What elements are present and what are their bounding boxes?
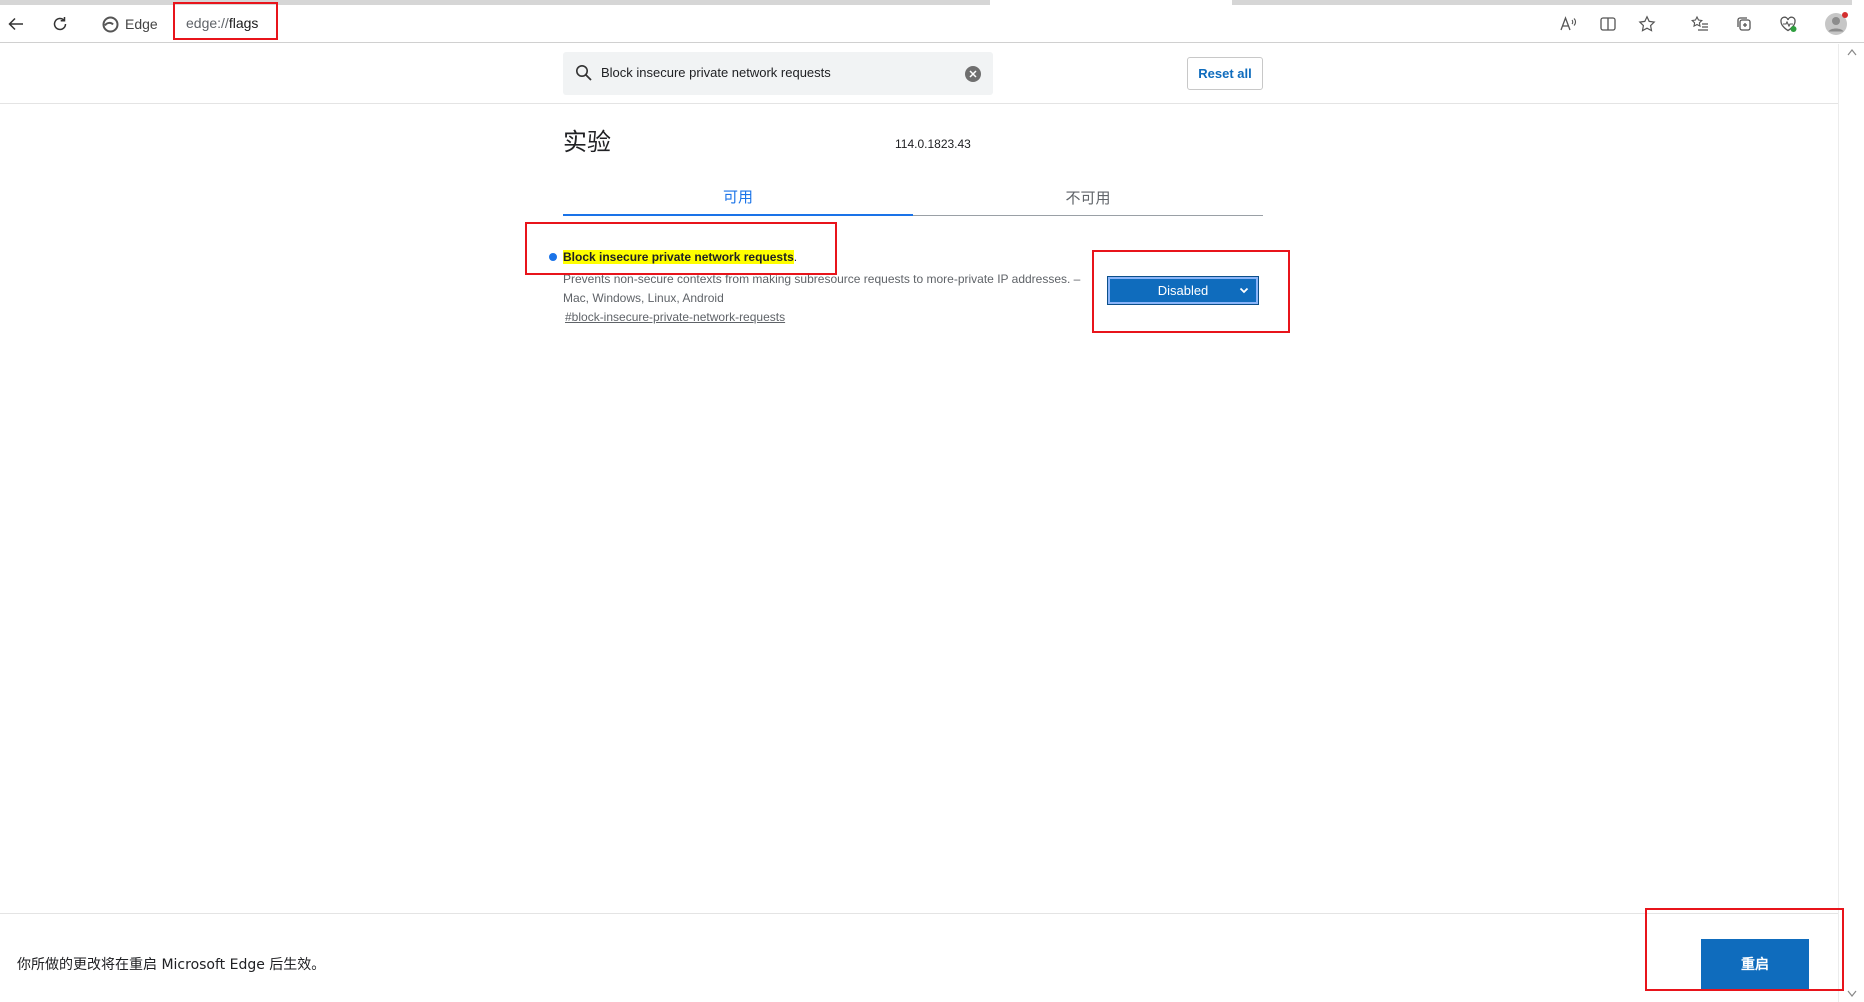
favorites-list-icon xyxy=(1691,15,1708,31)
back-arrow-icon xyxy=(8,17,23,31)
split-screen-icon xyxy=(1600,17,1616,31)
experiment-item: Block insecure private network requests.… xyxy=(549,250,1089,324)
select-value: Disabled xyxy=(1157,283,1209,298)
url-path: flags xyxy=(228,15,259,31)
browser-essentials-button[interactable] xyxy=(1776,12,1800,36)
close-icon xyxy=(969,70,977,78)
scroll-down-arrow[interactable] xyxy=(1846,988,1858,1000)
caret-down-icon xyxy=(1847,990,1857,997)
experiment-name-suffix: . xyxy=(793,250,798,264)
search-input[interactable]: Block insecure private network requests xyxy=(601,65,831,80)
browser-toolbar: Edge edge://flags xyxy=(0,5,1864,43)
favorite-button[interactable] xyxy=(1635,12,1659,36)
experiment-title: Block insecure private network requests. xyxy=(549,250,1089,264)
restart-button[interactable]: 重启 xyxy=(1701,939,1809,989)
clear-search-button[interactable] xyxy=(965,66,981,82)
site-chip-label: Edge xyxy=(125,16,158,32)
read-aloud-icon xyxy=(1560,16,1577,31)
address-bar[interactable]: Edge edge://flags xyxy=(88,9,1488,39)
edge-logo-icon xyxy=(102,16,119,32)
tab-available[interactable]: 可用 xyxy=(563,178,913,216)
star-icon xyxy=(1638,15,1656,32)
experiment-name: Block insecure private network requests xyxy=(563,250,794,264)
avatar-icon xyxy=(1825,12,1848,35)
heart-pulse-icon xyxy=(1780,16,1797,32)
caret-up-icon xyxy=(1847,49,1857,56)
tab-unavailable[interactable]: 不可用 xyxy=(913,178,1263,216)
modified-dot-icon xyxy=(549,253,557,261)
profile-button[interactable] xyxy=(1822,10,1850,38)
chevron-down-icon xyxy=(1239,287,1249,294)
restart-bar: 你所做的更改将在重启 Microsoft Edge 后生效。 重启 xyxy=(0,913,1838,1002)
restart-message: 你所做的更改将在重启 Microsoft Edge 后生效。 xyxy=(17,957,326,973)
site-info-chip[interactable]: Edge xyxy=(102,14,158,34)
page-title: 实验 xyxy=(563,128,611,156)
url-text[interactable]: edge://flags xyxy=(186,15,258,31)
read-aloud-button[interactable] xyxy=(1556,12,1580,36)
experiment-state-select[interactable]: Disabled xyxy=(1107,276,1259,305)
collections-button[interactable] xyxy=(1732,12,1756,36)
experiment-description: Prevents non-secure contexts from making… xyxy=(563,272,1081,305)
refresh-icon xyxy=(53,17,67,31)
experiment-tabs: 可用 不可用 xyxy=(563,178,1263,216)
url-scheme: edge:// xyxy=(186,15,229,31)
search-icon xyxy=(576,65,592,81)
refresh-button[interactable] xyxy=(44,8,76,40)
favorites-button[interactable] xyxy=(1688,12,1712,36)
flags-header: Block insecure private network requests … xyxy=(0,44,1838,104)
collections-icon xyxy=(1737,17,1751,31)
experiment-permalink[interactable]: #block-insecure-private-network-requests xyxy=(565,310,1089,324)
version-label: 114.0.1823.43 xyxy=(895,137,971,151)
split-screen-button[interactable] xyxy=(1596,12,1620,36)
scroll-up-arrow[interactable] xyxy=(1846,46,1858,58)
vertical-scrollbar[interactable] xyxy=(1838,44,1864,1002)
reset-all-button[interactable]: Reset all xyxy=(1187,57,1263,90)
back-button[interactable] xyxy=(0,8,32,40)
flags-search-box[interactable]: Block insecure private network requests xyxy=(563,52,993,95)
